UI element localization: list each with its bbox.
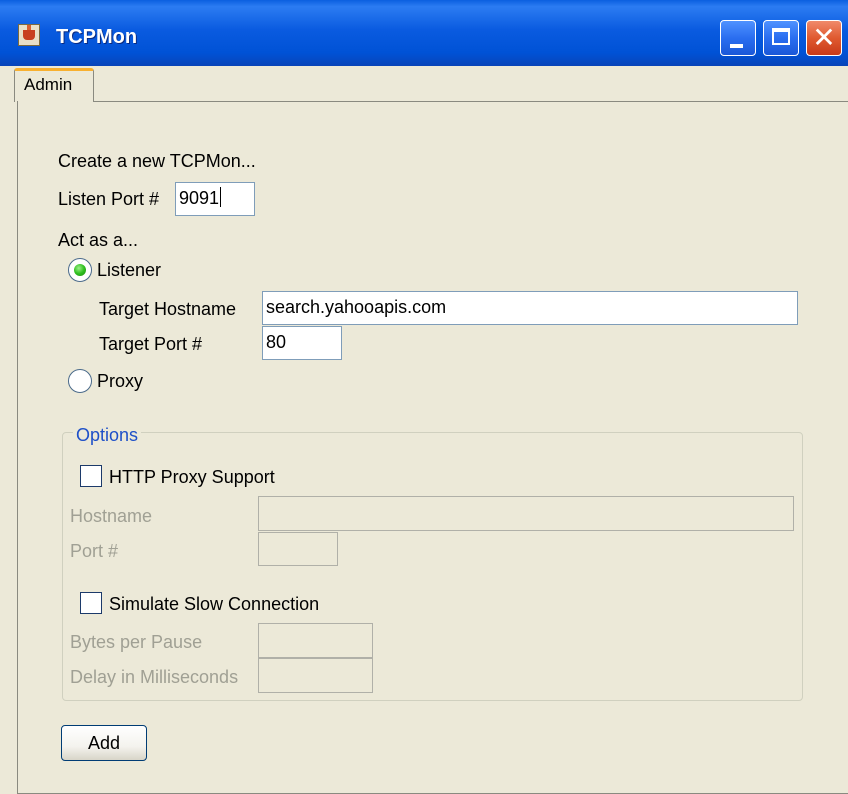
window-title: TCPMon (56, 26, 138, 48)
close-icon: ✕ (812, 21, 836, 54)
target-hostname-label: Target Hostname (99, 299, 237, 319)
java-cup-icon[interactable] (18, 24, 40, 46)
http-proxy-checkbox[interactable] (80, 465, 102, 487)
hostname-label: Hostname (70, 506, 153, 526)
target-hostname-input[interactable]: search.yahooapis.com (262, 291, 798, 325)
minimize-icon (730, 44, 743, 48)
port-label: Port # (70, 541, 119, 561)
bytes-per-pause-label: Bytes per Pause (70, 632, 203, 652)
delay-label: Delay in Milliseconds (70, 667, 239, 687)
close-button[interactable]: ✕ (806, 20, 842, 56)
maximize-icon (772, 28, 790, 45)
title-bar[interactable]: TCPMon ✕ (0, 0, 848, 66)
target-port-input[interactable]: 80 (262, 326, 342, 360)
listen-port-value: 9091 (179, 188, 220, 208)
delay-input[interactable] (258, 658, 373, 693)
listener-label[interactable]: Listener (97, 259, 161, 281)
proxy-port-input[interactable] (258, 532, 338, 566)
http-proxy-label[interactable]: HTTP Proxy Support (109, 466, 275, 488)
add-button[interactable]: Add (61, 725, 147, 761)
maximize-button[interactable] (763, 20, 799, 56)
tab-admin[interactable]: Admin (14, 68, 94, 102)
options-title: Options (73, 425, 142, 446)
text-caret (220, 187, 222, 207)
listener-radio[interactable] (68, 258, 92, 282)
listen-port-input[interactable]: 9091 (175, 182, 255, 216)
simulate-slow-checkbox[interactable] (80, 592, 102, 614)
create-heading: Create a new TCPMon... (58, 151, 256, 171)
proxy-label[interactable]: Proxy (97, 370, 143, 392)
listen-port-label: Listen Port # (58, 189, 160, 209)
act-as-label: Act as a... (58, 230, 139, 250)
bytes-per-pause-input[interactable] (258, 623, 373, 658)
proxy-radio[interactable] (68, 369, 92, 393)
minimize-button[interactable] (720, 20, 756, 56)
target-port-label: Target Port # (99, 334, 203, 354)
proxy-hostname-input[interactable] (258, 496, 794, 531)
simulate-slow-label[interactable]: Simulate Slow Connection (109, 593, 319, 615)
